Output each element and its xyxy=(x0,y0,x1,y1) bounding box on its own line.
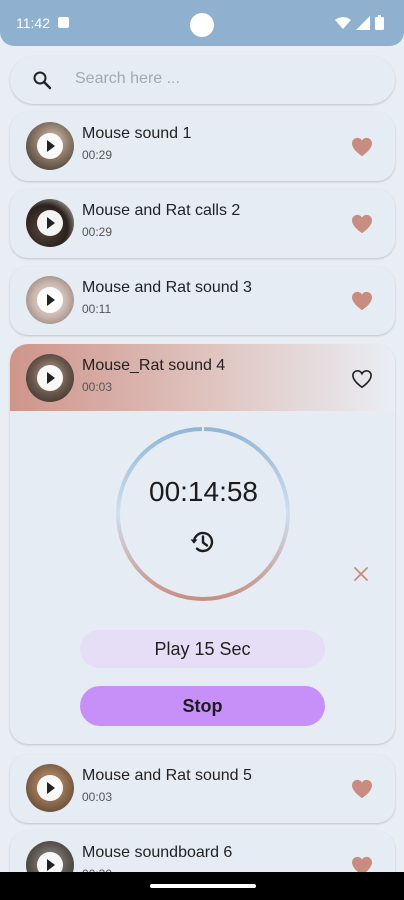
play-icon[interactable] xyxy=(37,210,63,236)
sound-thumbnail xyxy=(26,276,74,324)
stop-button[interactable]: Stop xyxy=(80,686,325,726)
status-time: 11:42 xyxy=(16,15,50,31)
play-icon[interactable] xyxy=(37,133,63,159)
status-bar: 11:42 xyxy=(0,0,404,46)
sound-duration: 00:11 xyxy=(82,302,112,316)
sound-thumbnail xyxy=(26,122,74,170)
sound-title: Mouse_Rat sound 4 xyxy=(82,357,226,374)
sound-thumbnail xyxy=(26,199,74,247)
camera-cutout xyxy=(190,13,214,37)
wifi-icon xyxy=(335,16,351,29)
system-nav-bar xyxy=(0,872,404,900)
timer-display: 00:14:58 xyxy=(149,476,258,507)
home-gesture-bar[interactable] xyxy=(150,884,256,888)
sound-title: Mouse sound 1 xyxy=(82,125,192,142)
sound-duration: 00:03 xyxy=(82,380,113,394)
sound-title: Mouse and Rat calls 2 xyxy=(82,202,241,219)
sound-thumbnail xyxy=(26,354,74,402)
heart-icon[interactable] xyxy=(351,779,373,799)
sound-item[interactable]: Mouse and Rat sound 3 00:11 xyxy=(10,266,395,335)
search-bar[interactable]: Search here ... xyxy=(10,56,395,104)
heart-icon[interactable] xyxy=(351,291,373,311)
sound-item[interactable]: Mouse sound 1 00:29 xyxy=(10,112,395,181)
history-icon[interactable] xyxy=(189,528,217,556)
close-icon[interactable] xyxy=(353,566,369,582)
timer-progress-ring xyxy=(116,426,290,601)
heart-outline-icon[interactable] xyxy=(351,369,373,389)
search-icon xyxy=(33,71,52,90)
sound-duration: 00:29 xyxy=(82,148,113,162)
battery-icon xyxy=(375,15,384,30)
sound-thumbnail xyxy=(26,764,74,812)
play-icon[interactable] xyxy=(37,365,63,391)
play-15-sec-button[interactable]: Play 15 Sec xyxy=(80,630,325,668)
search-input[interactable]: Search here ... xyxy=(75,70,180,88)
sound-title: Mouse and Rat sound 3 xyxy=(82,279,252,296)
sound-duration: 00:29 xyxy=(82,225,113,239)
heart-icon[interactable] xyxy=(351,214,373,234)
signal-icon xyxy=(356,15,370,30)
heart-icon[interactable] xyxy=(351,137,373,157)
sound-item-header[interactable]: Mouse_Rat sound 4 00:03 xyxy=(10,344,395,411)
sound-duration: 00:03 xyxy=(82,790,113,804)
sound-title: Mouse soundboard 6 xyxy=(82,844,233,861)
sound-title: Mouse and Rat sound 5 xyxy=(82,767,252,784)
sound-item[interactable]: Mouse and Rat calls 2 00:29 xyxy=(10,189,395,258)
sound-item-expanded[interactable]: Mouse_Rat sound 4 00:03 00:14:58 Play 15… xyxy=(10,344,395,744)
play-icon[interactable] xyxy=(37,775,63,801)
notification-icon xyxy=(58,17,69,28)
sound-item[interactable]: Mouse and Rat sound 5 00:03 xyxy=(10,754,395,823)
play-icon[interactable] xyxy=(37,287,63,313)
